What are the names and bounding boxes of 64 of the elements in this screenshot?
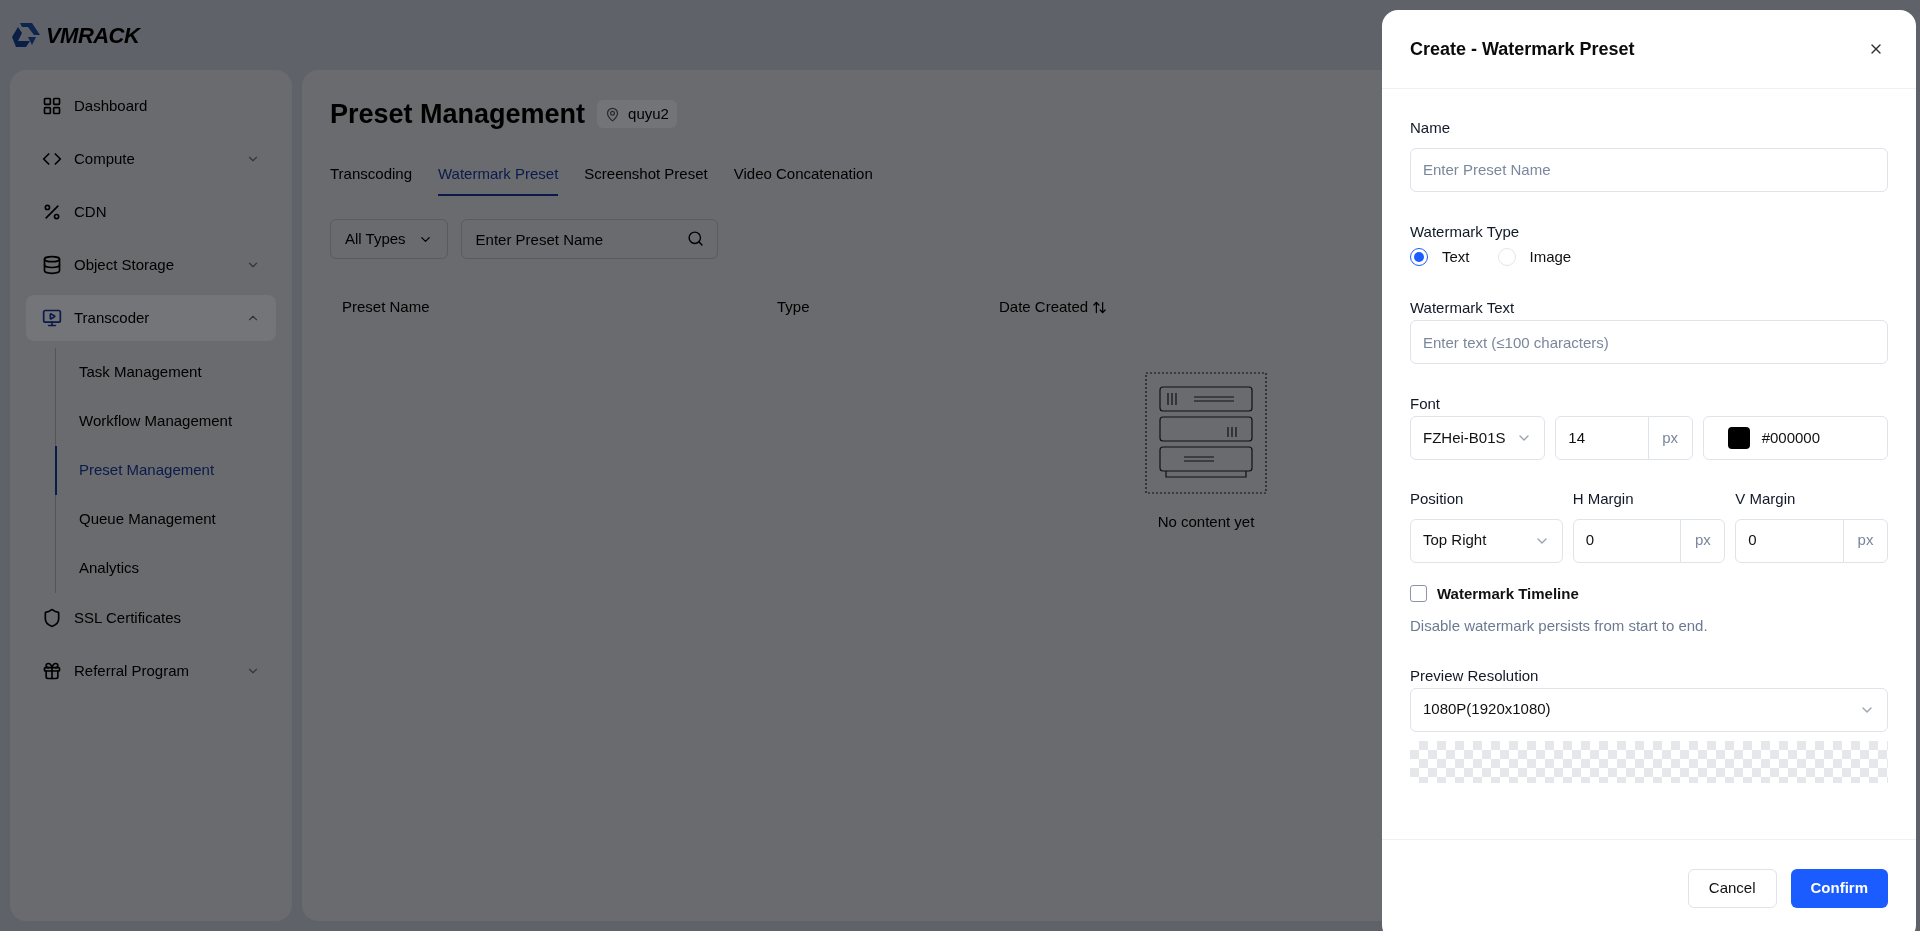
sidebar-item[interactable]: Compute bbox=[26, 136, 276, 182]
empty-state-text: No content yet bbox=[1157, 512, 1255, 532]
position-select[interactable]: Top Right bbox=[1410, 518, 1563, 563]
logo-text: VMRACK bbox=[46, 21, 140, 50]
confirm-button[interactable]: Confirm bbox=[1790, 869, 1888, 908]
shield-icon bbox=[42, 608, 62, 628]
field-label: Watermark Type bbox=[1410, 222, 1520, 240]
submenu-item[interactable]: Workflow Management bbox=[55, 397, 292, 446]
column-header[interactable]: Date Created bbox=[987, 295, 1247, 319]
sidebar-item[interactable]: SSL Certificates bbox=[26, 595, 276, 641]
cancel-button[interactable]: Cancel bbox=[1687, 869, 1777, 908]
field-label: H Margin bbox=[1572, 489, 1635, 509]
unit-label: px bbox=[1647, 417, 1692, 459]
hint-text: Disable watermark persists from start to end. bbox=[1410, 616, 1709, 636]
column-header: Type bbox=[776, 296, 811, 317]
color-swatch bbox=[1727, 427, 1750, 449]
v-margin-input[interactable]: 0 px bbox=[1735, 518, 1888, 563]
checkbox-label: Watermark Timeline bbox=[1437, 583, 1579, 604]
unit-label: px bbox=[1680, 519, 1725, 562]
field-label: Preview Resolution bbox=[1410, 666, 1539, 684]
submenu-item[interactable]: Preset Management bbox=[55, 446, 292, 495]
field-label: Position bbox=[1410, 489, 1465, 509]
sidebar-item[interactable]: Dashboard bbox=[26, 83, 276, 129]
sidebar-item[interactable]: Object Storage bbox=[26, 242, 276, 288]
database-icon bbox=[42, 255, 62, 275]
sidebar-item[interactable]: Transcoder bbox=[26, 295, 276, 341]
checkbox[interactable] bbox=[1410, 585, 1427, 603]
search-icon bbox=[686, 230, 704, 247]
field-label: Font bbox=[1410, 395, 1440, 412]
preview-resolution-select[interactable]: 1080P(1920x1080) bbox=[1410, 687, 1888, 732]
radio-option[interactable]: Text bbox=[1410, 245, 1470, 268]
preset-name-input[interactable]: Enter Preset Name bbox=[1410, 147, 1888, 192]
watermark-text-input[interactable]: Enter text (≤100 characters) bbox=[1410, 320, 1888, 364]
page-title: Preset Management bbox=[330, 98, 586, 131]
gift-icon bbox=[42, 661, 62, 681]
h-margin-input[interactable]: 0 px bbox=[1572, 518, 1726, 563]
radio-option[interactable]: Image bbox=[1497, 245, 1572, 268]
type-filter-dropdown[interactable]: All Types bbox=[330, 219, 448, 259]
tab[interactable]: Video Concatenation bbox=[733, 162, 873, 196]
font-size-input[interactable]: 14 px bbox=[1555, 416, 1693, 460]
unit-label: px bbox=[1843, 519, 1887, 562]
search-field[interactable]: Enter Preset Name bbox=[460, 219, 718, 259]
tab[interactable]: Watermark Preset bbox=[438, 162, 559, 196]
submenu-item[interactable]: Task Management bbox=[55, 348, 292, 397]
field-label: Name bbox=[1410, 118, 1451, 138]
sidebar-item[interactable]: Referral Program bbox=[26, 648, 276, 694]
region-badge: quyu2 bbox=[597, 100, 677, 129]
field-label: Watermark Text bbox=[1410, 299, 1515, 316]
video-play-icon bbox=[42, 308, 62, 328]
font-family-select[interactable]: FZHei-B01S bbox=[1410, 416, 1546, 460]
percent-icon bbox=[42, 202, 62, 222]
field-label: V Margin bbox=[1735, 489, 1797, 509]
location-pin-icon bbox=[605, 106, 621, 122]
tab[interactable]: Transcoding bbox=[330, 162, 412, 196]
logo-icon bbox=[10, 21, 42, 49]
submenu-item[interactable]: Analytics bbox=[55, 544, 292, 593]
column-header: Preset Name bbox=[341, 296, 431, 317]
drawer-title: Create - Watermark Preset bbox=[1410, 37, 1635, 61]
submenu-item[interactable]: Queue Management bbox=[55, 495, 292, 544]
grid-icon bbox=[42, 96, 62, 116]
sort-icon bbox=[1092, 299, 1108, 315]
sidebar-item[interactable]: CDN bbox=[26, 189, 276, 235]
color-picker[interactable]: #000000 bbox=[1702, 416, 1888, 460]
tab[interactable]: Screenshot Preset bbox=[584, 162, 708, 196]
